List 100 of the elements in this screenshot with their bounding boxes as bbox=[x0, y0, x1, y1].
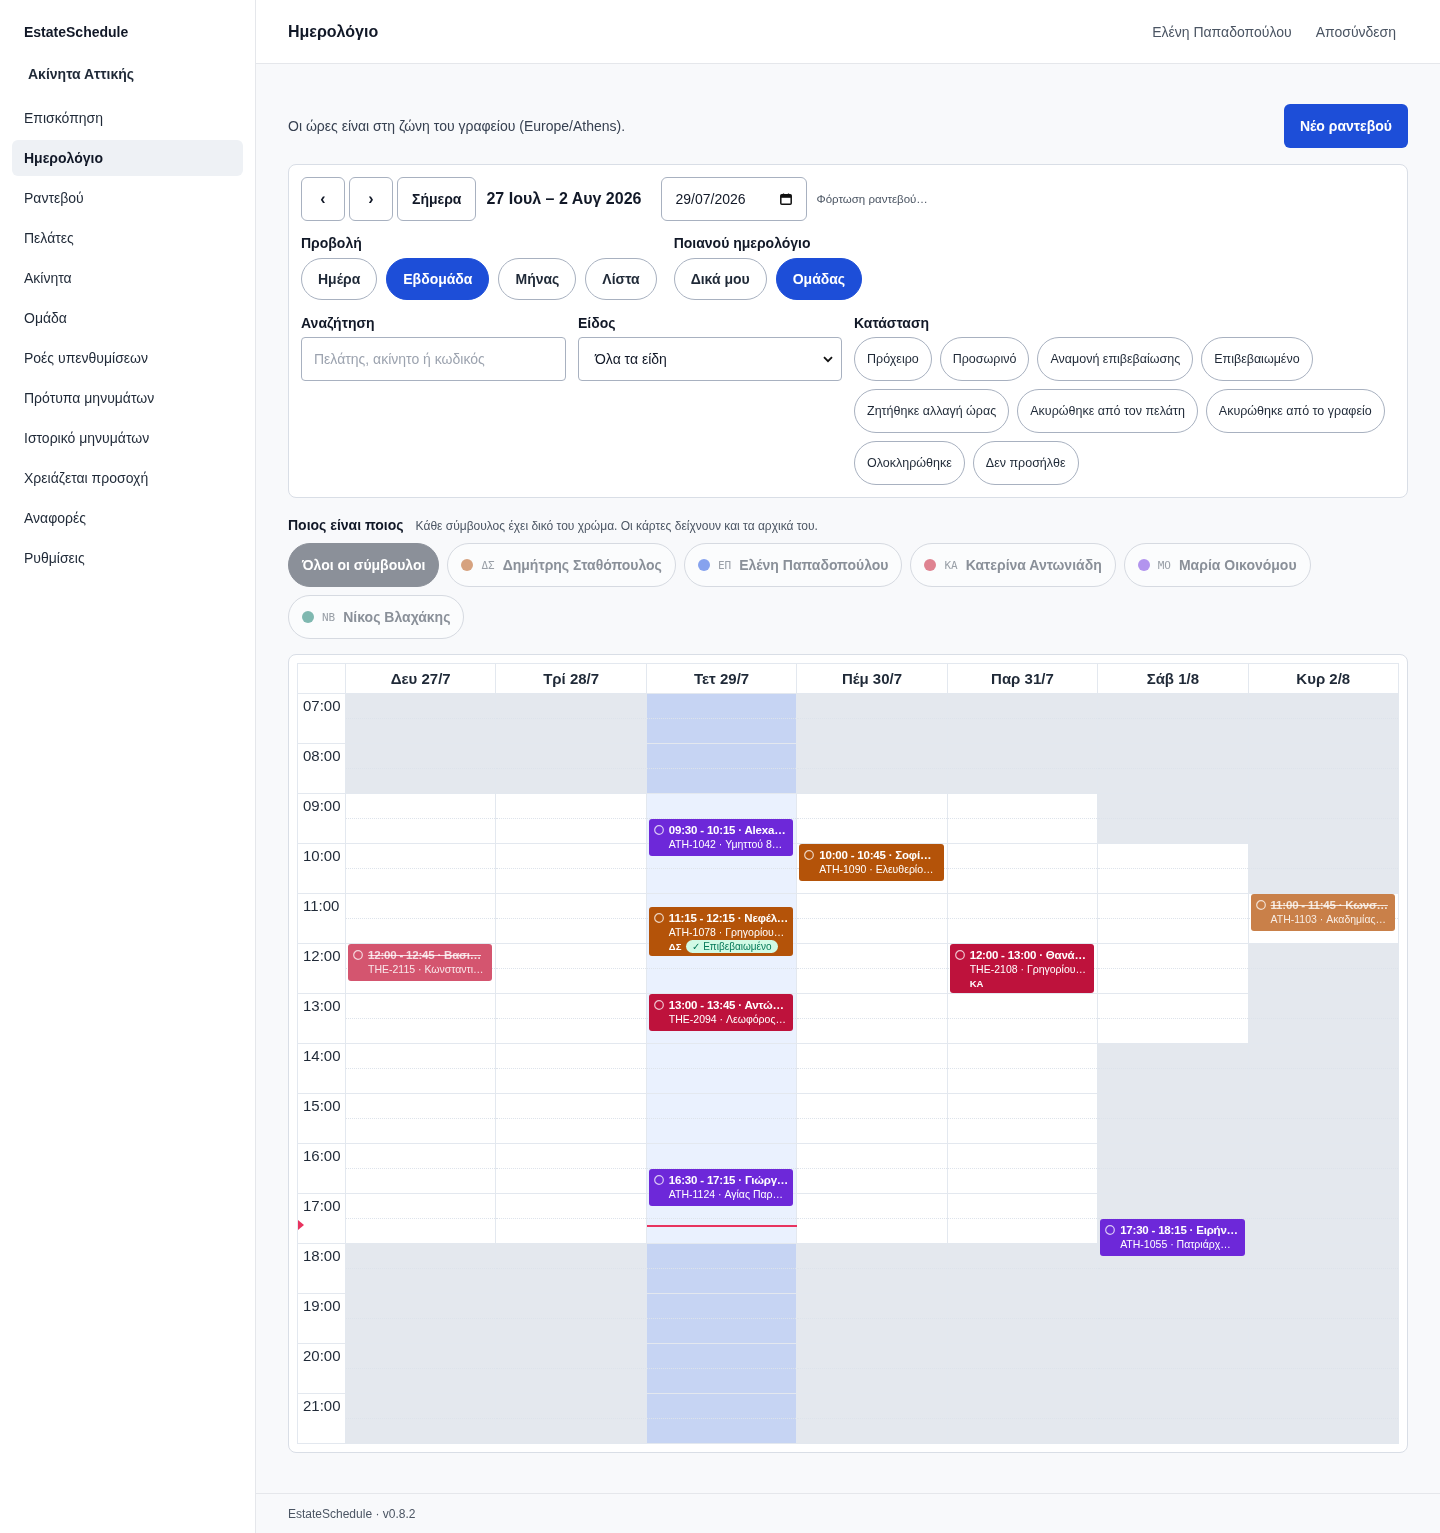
nav-item[interactable]: Ακίνητα bbox=[12, 260, 243, 296]
status-filter-chip[interactable]: Ολοκληρώθηκε bbox=[854, 441, 965, 485]
status-filter-chip[interactable]: Πρόχειρο bbox=[854, 337, 932, 381]
nav-item[interactable]: Χρειάζεται προσοχή bbox=[12, 460, 243, 496]
logout-link[interactable]: Αποσύνδεση bbox=[1315, 23, 1396, 40]
chevron-down-icon bbox=[823, 355, 833, 363]
status-filter-chip[interactable]: Δεν προσήλθε bbox=[972, 441, 1079, 485]
nav-item[interactable]: Ραντεβού bbox=[12, 180, 243, 216]
status-circle-icon bbox=[653, 825, 664, 835]
status-filter-chip[interactable]: Ακυρώθηκε από τον πελάτη bbox=[1017, 389, 1198, 433]
previous-button[interactable]: ‹ bbox=[301, 177, 345, 221]
nav-item[interactable]: Πρότυπα μηνυμάτων bbox=[12, 380, 243, 416]
calendar-scope-option[interactable]: Ομάδας bbox=[775, 258, 863, 300]
calendar-scope-option[interactable]: Δικά μου bbox=[673, 258, 767, 300]
appointment-title: 09:30 - 10:15 · Alexa… bbox=[668, 823, 786, 837]
time-label: 18:00 bbox=[303, 1247, 341, 1264]
status-badge: ✓ Επιβεβαιωμένο bbox=[686, 939, 778, 953]
version-text: EstateSchedule · v0.8.2 bbox=[288, 1507, 416, 1521]
time-label: 21:00 bbox=[303, 1397, 341, 1414]
day-header: Παρ 31/7 bbox=[947, 664, 1099, 694]
time-label: 13:00 bbox=[303, 997, 341, 1014]
legend-title: Ποιος είναι ποιος bbox=[288, 517, 404, 533]
view-option[interactable]: Ημέρα bbox=[301, 258, 378, 300]
status-circle-icon bbox=[1105, 1225, 1116, 1235]
status-circle-icon bbox=[653, 1000, 664, 1010]
view-option[interactable]: Εβδομάδα bbox=[386, 258, 490, 300]
nav-item[interactable]: Ιστορικό μηνυμάτων bbox=[12, 420, 243, 456]
appointment-title: 12:00 - 12:45 · Βασι… bbox=[368, 948, 482, 962]
nav-item[interactable]: Ομάδα bbox=[12, 300, 243, 336]
appointment-title: 10:00 - 10:45 · Σοφί… bbox=[819, 848, 933, 862]
appointment-card[interactable]: 17:30 - 18:15 · Ειρήν… ATH-1055 · Πατριάρχ… bbox=[1100, 1219, 1245, 1256]
appointment-title: 11:00 - 11:45 · Κωνσ… bbox=[1270, 898, 1388, 912]
field-label: Κατάσταση bbox=[854, 315, 931, 331]
time-label: 09:00 bbox=[303, 797, 341, 814]
appointment-details: ATH-1055 · Πατριάρχ… bbox=[1120, 1237, 1232, 1251]
appointment-details: THE-2094 · Λεωφόρος… bbox=[668, 1012, 786, 1026]
time-label: 14:00 bbox=[303, 1047, 341, 1064]
appointment-card[interactable]: 11:15 - 12:15 · Νεφέλ… ATH-1078 · Γρηγορίου… ΔΣ ✓ Επιβεβαιωμένο bbox=[648, 906, 794, 956]
time-label: 08:00 bbox=[303, 747, 341, 764]
status-filter-chip[interactable]: Ακυρώθηκε από το γραφείο bbox=[1205, 389, 1385, 433]
appointment-title: 17:30 - 18:15 · Ειρήν… bbox=[1120, 1223, 1238, 1237]
type-select[interactable]: Όλα τα είδη bbox=[578, 337, 842, 381]
field-label: Αναζήτηση bbox=[301, 315, 376, 331]
advisor-initials: ΔΣ bbox=[668, 939, 682, 953]
next-button[interactable]: › bbox=[349, 177, 393, 221]
status-filter-chip[interactable]: Επιβεβαιωμένο bbox=[1201, 337, 1313, 381]
appointment-details: ATH-1103 · Ακαδημίας… bbox=[1270, 912, 1388, 926]
appointment-title: 11:15 - 12:15 · Νεφέλ… bbox=[668, 910, 789, 925]
field-label: Ποιανού ημερολόγιο bbox=[673, 235, 812, 251]
time-label: 07:00 bbox=[303, 697, 341, 714]
status-filter-chip[interactable]: Ζητήθηκε αλλαγή ώρας bbox=[854, 389, 1010, 433]
appointment-card[interactable]: 13:00 - 13:45 · Αντώ… THE-2094 · Λεωφόρος… bbox=[648, 994, 794, 1031]
nav-item[interactable]: Ημερολόγιο bbox=[12, 140, 243, 176]
field-label: Προβολή bbox=[301, 235, 363, 251]
time-label: 17:00 bbox=[303, 1197, 341, 1214]
status-filter-chip[interactable]: Προσωρινό bbox=[939, 337, 1030, 381]
time-label: 10:00 bbox=[303, 847, 341, 864]
appointment-card[interactable]: 10:00 - 10:45 · Σοφί… ATH-1090 · Ελευθερίο… bbox=[799, 844, 944, 881]
status-circle-icon bbox=[653, 1175, 664, 1185]
appointment-details: ATH-1124 · Αγίας Παρ… bbox=[668, 1187, 785, 1201]
time-label: 15:00 bbox=[303, 1097, 341, 1114]
status-filter-chip[interactable]: Αναμονή επιβεβαίωσης bbox=[1037, 337, 1194, 381]
workspace-name: Ακίνητα Αττικής bbox=[27, 65, 136, 84]
view-option[interactable]: Μήνας bbox=[498, 258, 577, 300]
day-header: Δευ 27/7 bbox=[346, 664, 497, 694]
today-button[interactable]: Σήμερα bbox=[397, 177, 477, 221]
page-title: Ημερολόγιο bbox=[288, 22, 379, 41]
appointment-title: 12:00 - 13:00 · Θανά… bbox=[969, 948, 1086, 962]
nav-item[interactable]: Αναφορές bbox=[12, 500, 243, 536]
legend-hint: Κάθε σύμβουλος έχει δικό του χρώμα. Οι κάρτες δείχνουν και τα αρχικά του. bbox=[415, 518, 818, 534]
nav-item[interactable]: Ρυθμίσεις bbox=[12, 540, 243, 576]
day-header: Πέμ 30/7 bbox=[797, 664, 948, 694]
day-header: Τρί 28/7 bbox=[496, 664, 647, 694]
appointment-card[interactable]: 09:30 - 10:15 · Alexa… ATH-1042 · Υμηττού 8… bbox=[648, 819, 794, 856]
nav-item[interactable]: Πελάτες bbox=[12, 220, 243, 256]
day-header: Κυρ 2/8 bbox=[1248, 664, 1399, 694]
user-link[interactable]: Ελένη Παπαδοπούλου bbox=[1152, 23, 1292, 40]
time-label: 11:00 bbox=[303, 897, 340, 914]
status-circle-icon bbox=[1255, 900, 1266, 910]
date-field[interactable]: 29/07/2026 bbox=[661, 177, 808, 221]
time-label: 20:00 bbox=[303, 1347, 341, 1364]
advisor-initials: ΚΑ bbox=[969, 977, 984, 990]
appointment-title: 16:30 - 17:15 · Γιώργ… bbox=[668, 1173, 789, 1187]
status-circle-icon bbox=[804, 850, 815, 860]
nav-item[interactable]: Επισκόπηση bbox=[12, 100, 243, 136]
time-label: 16:00 bbox=[303, 1147, 341, 1164]
appointment-card[interactable]: 12:00 - 13:00 · Θανά… THE-2108 · Γρηγορίου… ΚΑ bbox=[949, 944, 1095, 993]
nav-item[interactable]: Ροές υπενθυμίσεων bbox=[12, 340, 243, 376]
appointment-card[interactable]: 16:30 - 17:15 · Γιώργ… ATH-1124 · Αγίας Παρ… bbox=[648, 1169, 794, 1206]
calendar-icon[interactable] bbox=[780, 193, 793, 205]
view-option[interactable]: Λίστα bbox=[585, 258, 657, 300]
appointment-details: ATH-1042 · Υμηττού 8… bbox=[668, 837, 784, 851]
brand-name: EstateSchedule bbox=[23, 23, 130, 42]
time-label: 12:00 bbox=[303, 947, 341, 964]
search-field[interactable]: Πελάτης, ακίνητο ή κωδικός bbox=[301, 337, 566, 381]
loading-text: Φόρτωση ραντεβού… bbox=[816, 193, 928, 205]
appointment-details: ATH-1090 · Ελευθερίο… bbox=[819, 862, 934, 876]
status-circle-icon bbox=[653, 912, 664, 923]
date-range-label: 27 Ιουλ – 2 Αυγ 2026 bbox=[486, 190, 642, 208]
new-appointment-button[interactable]: Νέο ραντεβού bbox=[1283, 104, 1408, 148]
